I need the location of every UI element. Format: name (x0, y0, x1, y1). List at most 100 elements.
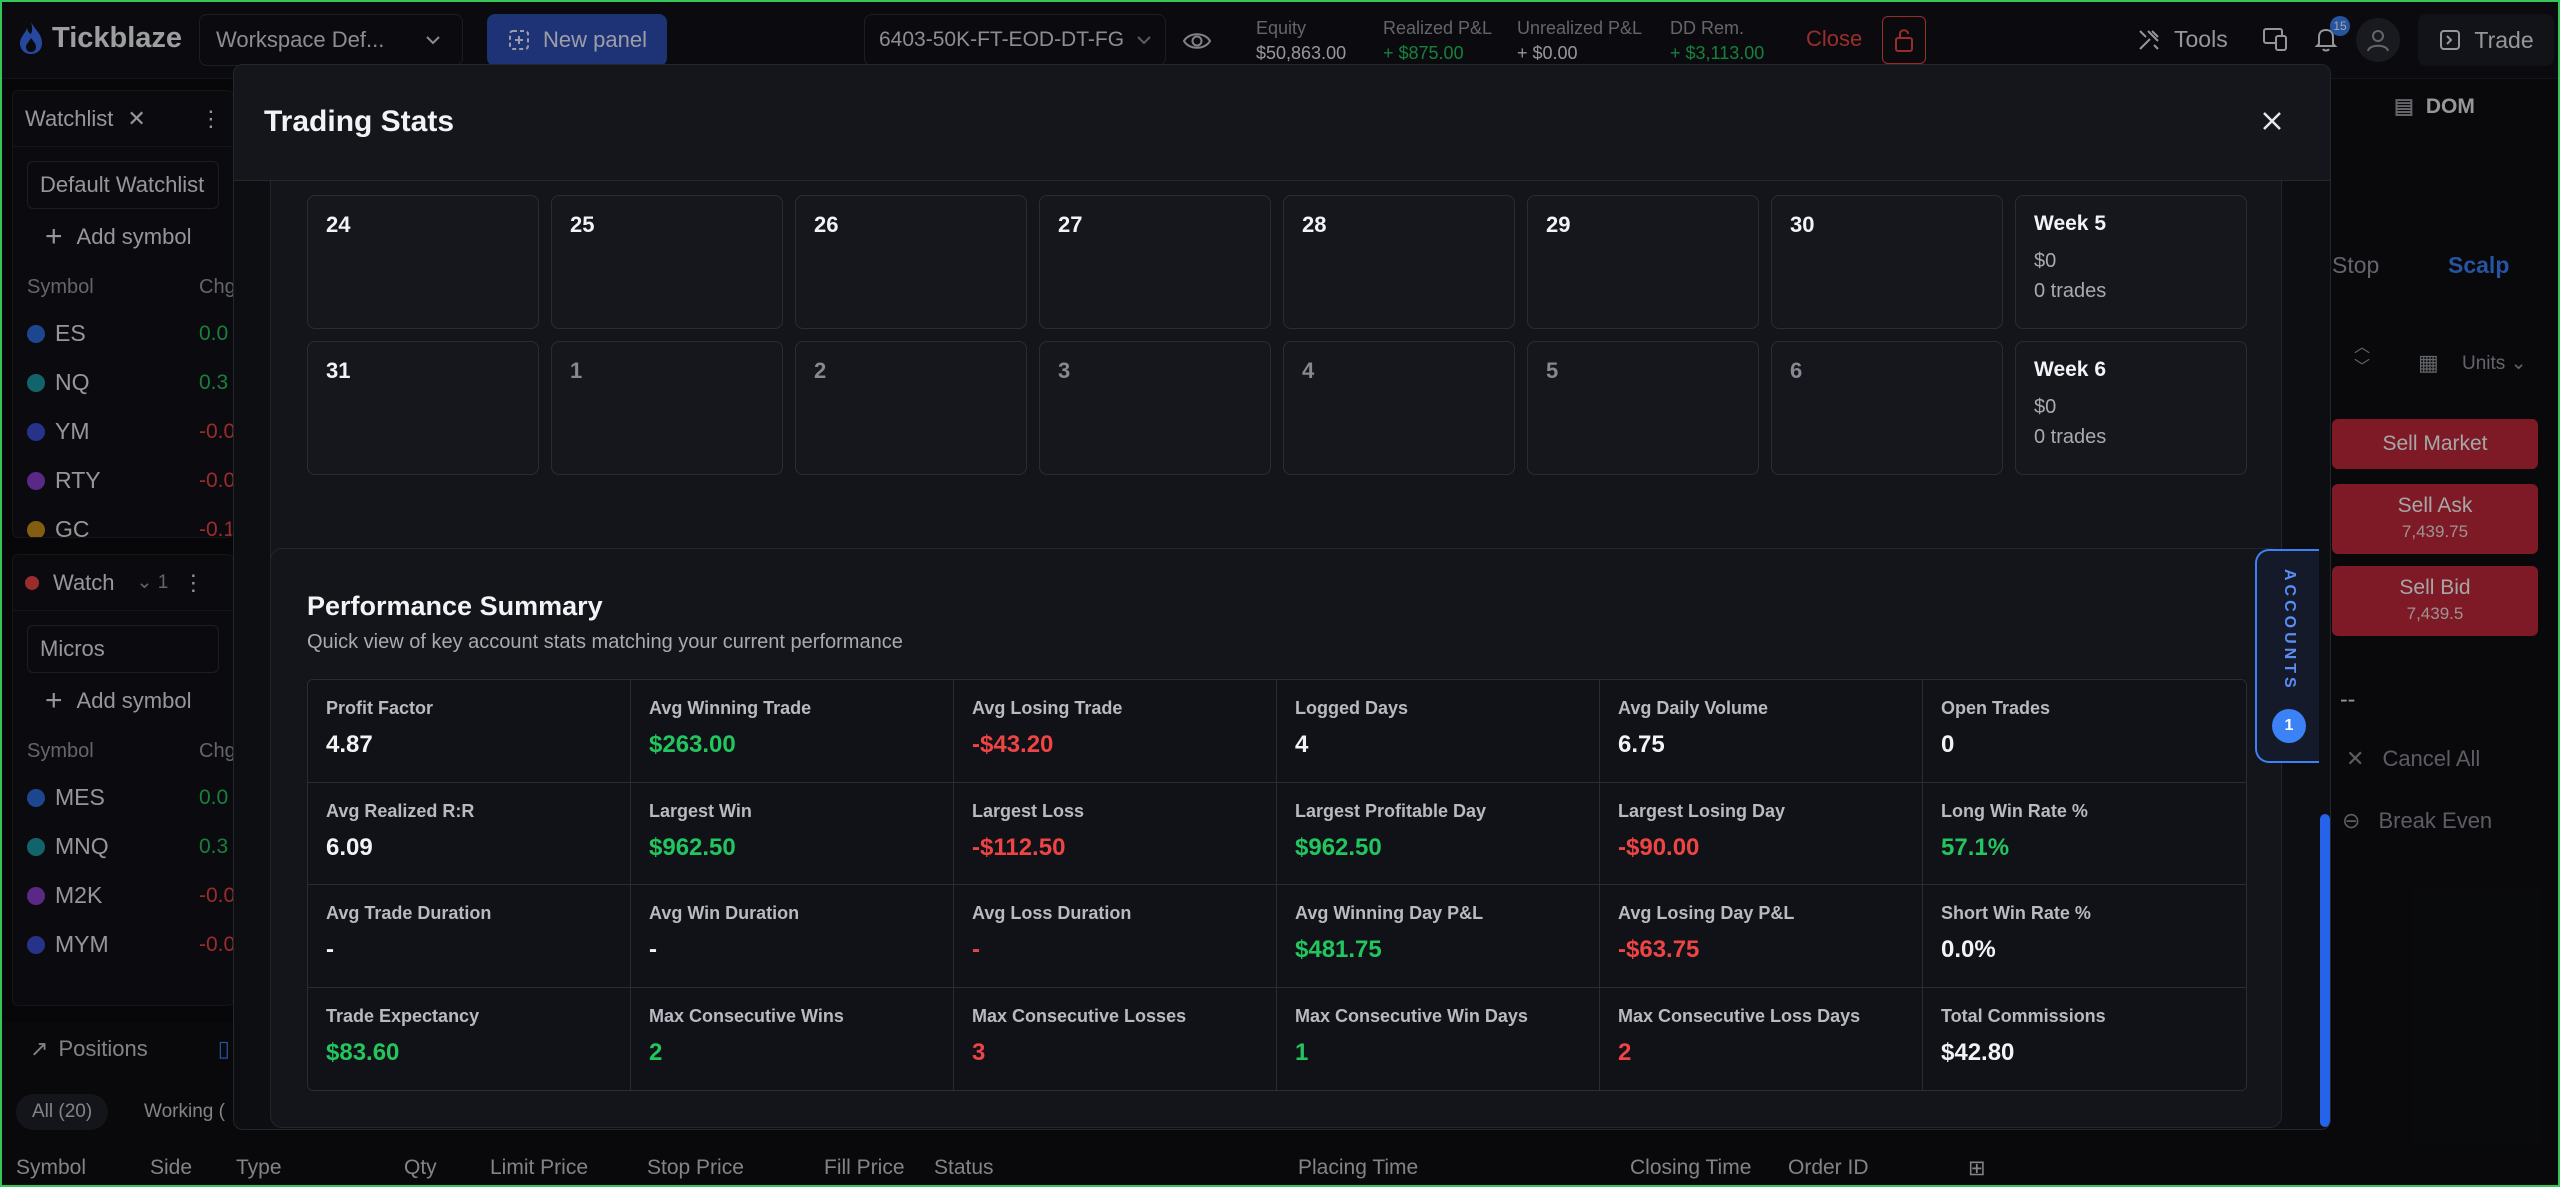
stat-cell: Avg Win Duration - (631, 885, 954, 988)
week-summary: Week 5 $0 0 trades (2015, 195, 2247, 329)
calendar-day-outside-month[interactable]: 6 (1771, 341, 2003, 475)
stat-label: Short Win Rate % (1941, 903, 2091, 923)
stat-value: 57.1% (1941, 833, 2010, 861)
stat-value: 0.0% (1941, 936, 1996, 963)
stat-cell: Long Win Rate % 57.1% (1923, 782, 2246, 885)
calendar-day-outside-month[interactable]: 2 (795, 341, 1027, 475)
stat-label: Avg Losing Day P&L (1618, 903, 1795, 923)
stat-label: Long Win Rate % (1941, 800, 2088, 821)
stat-label: Max Consecutive Win Days (1295, 1005, 1528, 1026)
calendar-day-outside-month[interactable]: 5 (1527, 341, 1759, 475)
stat-value: $83.60 (326, 1038, 400, 1066)
accounts-side-tab[interactable]: ACCOUNTS 1 (2255, 549, 2319, 763)
stat-value: 0 (1941, 731, 1955, 758)
stat-label: Profit Factor (326, 698, 434, 718)
stat-label: Avg Loss Duration (972, 903, 1132, 923)
calendar-day-outside-month[interactable]: 1 (551, 341, 783, 475)
stat-cell: Avg Realized R:R 6.09 (308, 782, 631, 885)
stat-cell: Largest Win $962.50 (631, 782, 954, 885)
performance-summary-card: Performance Summary Quick view of key ac… (270, 548, 2282, 1128)
stat-value: 3 (972, 1038, 986, 1066)
stat-value: 2 (649, 1038, 663, 1066)
stat-label: Open Trades (1941, 698, 2051, 718)
stat-cell: Short Win Rate % 0.0% (1923, 885, 2246, 988)
stat-label: Max Consecutive Losses (972, 1005, 1187, 1026)
stat-cell: Profit Factor 4.87 (308, 680, 631, 783)
modal-title: Trading Stats (264, 105, 455, 138)
stat-value: $263.00 (649, 731, 736, 758)
week-title: Week 6 (2034, 358, 2106, 381)
calendar-day[interactable]: 29 (1527, 195, 1759, 329)
stat-cell: Avg Losing Day P&L -$63.75 (1600, 885, 1923, 988)
stat-value: -$43.20 (972, 731, 1054, 758)
modal-scrollbar-thumb[interactable] (2320, 814, 2330, 1127)
calendar-day-outside-month[interactable]: 4 (1283, 341, 1515, 475)
stat-label: Logged Days (1295, 698, 1409, 718)
stat-value: 4.87 (326, 731, 373, 758)
stat-cell: Avg Winning Day P&L $481.75 (1277, 885, 1600, 988)
stat-cell: Largest Loss -$112.50 (954, 782, 1277, 885)
stat-value: 4 (1295, 731, 1309, 758)
stat-label: Avg Realized R:R (326, 800, 475, 821)
performance-subtitle: Quick view of key account stats matching… (307, 631, 903, 653)
stat-value: $962.50 (1295, 833, 1382, 861)
calendar-card: 24 25 26 27 28 29 30 Week 5 $0 0 trades … (270, 181, 2282, 573)
stat-label: Avg Trade Duration (326, 903, 492, 923)
stat-label: Avg Winning Trade (649, 698, 812, 718)
week-summary: Week 6 $0 0 trades (2015, 341, 2247, 475)
stat-label: Trade Expectancy (326, 1005, 480, 1026)
stat-value: -$63.75 (1618, 936, 1700, 963)
stat-label: Max Consecutive Wins (649, 1005, 844, 1026)
stat-cell: Logged Days 4 (1277, 680, 1600, 783)
stat-value: -$112.50 (972, 833, 1066, 861)
week-trades: 0 trades (2034, 280, 2107, 302)
accounts-count: 1 (2272, 709, 2306, 743)
stat-value: 6.09 (326, 833, 373, 861)
stat-value: - (649, 936, 657, 963)
stat-value: $481.75 (1295, 936, 1382, 963)
calendar-day[interactable]: 27 (1039, 195, 1271, 329)
week-amount: $0 (2034, 250, 2057, 272)
stat-label: Largest Losing Day (1618, 800, 1786, 821)
stat-cell: Max Consecutive Losses 3 (954, 987, 1277, 1090)
calendar-day-outside-month[interactable]: 3 (1039, 341, 1271, 475)
stat-value: -$90.00 (1618, 833, 1700, 861)
calendar-day[interactable]: 30 (1771, 195, 2003, 329)
close-icon[interactable] (2256, 105, 2288, 137)
stat-label: Avg Win Duration (649, 903, 800, 923)
stat-value: 6.75 (1618, 731, 1665, 758)
stat-cell: Largest Losing Day -$90.00 (1600, 782, 1923, 885)
stat-value: - (326, 936, 334, 963)
stat-label: Avg Losing Trade (972, 698, 1123, 718)
stat-label: Avg Winning Day P&L (1295, 903, 1484, 923)
stat-cell: Avg Loss Duration - (954, 885, 1277, 988)
stat-cell: Max Consecutive Loss Days 2 (1600, 987, 1923, 1090)
week-trades: 0 trades (2034, 426, 2107, 448)
trading-stats-modal: Trading Stats 24 25 26 27 28 29 30 Week … (233, 64, 2331, 1130)
stat-label: Total Commissions (1941, 1005, 2106, 1026)
calendar-day[interactable]: 31 (307, 341, 539, 475)
week-title: Week 5 (2034, 212, 2106, 235)
stat-cell: Avg Winning Trade $263.00 (631, 680, 954, 783)
calendar-day[interactable]: 28 (1283, 195, 1515, 329)
stat-label: Largest Profitable Day (1295, 800, 1487, 821)
accounts-label: ACCOUNTS (2281, 569, 2298, 692)
stat-label: Largest Loss (972, 800, 1085, 821)
stat-label: Largest Win (649, 800, 752, 821)
calendar-day[interactable]: 24 (307, 195, 539, 329)
stat-cell: Trade Expectancy $83.60 (308, 987, 631, 1090)
stat-value: 1 (1295, 1038, 1309, 1066)
app-window: Tickblaze Workspace Def... New panel 640… (0, 0, 2560, 1187)
stat-value: - (972, 936, 980, 963)
stat-cell: Total Commissions $42.80 (1923, 987, 2246, 1090)
stats-grid: Profit Factor 4.87 Avg Winning Trade $263.0… (307, 679, 2247, 1091)
stat-cell: Avg Losing Trade -$43.20 (954, 680, 1277, 783)
calendar-day[interactable]: 26 (795, 195, 1027, 329)
stat-label: Max Consecutive Loss Days (1618, 1005, 1861, 1026)
performance-title: Performance Summary (307, 591, 603, 621)
stat-cell: Avg Trade Duration - (308, 885, 631, 988)
stat-value: $962.50 (649, 833, 736, 861)
calendar-day[interactable]: 25 (551, 195, 783, 329)
week-amount: $0 (2034, 396, 2057, 418)
stat-value: 2 (1618, 1038, 1632, 1066)
